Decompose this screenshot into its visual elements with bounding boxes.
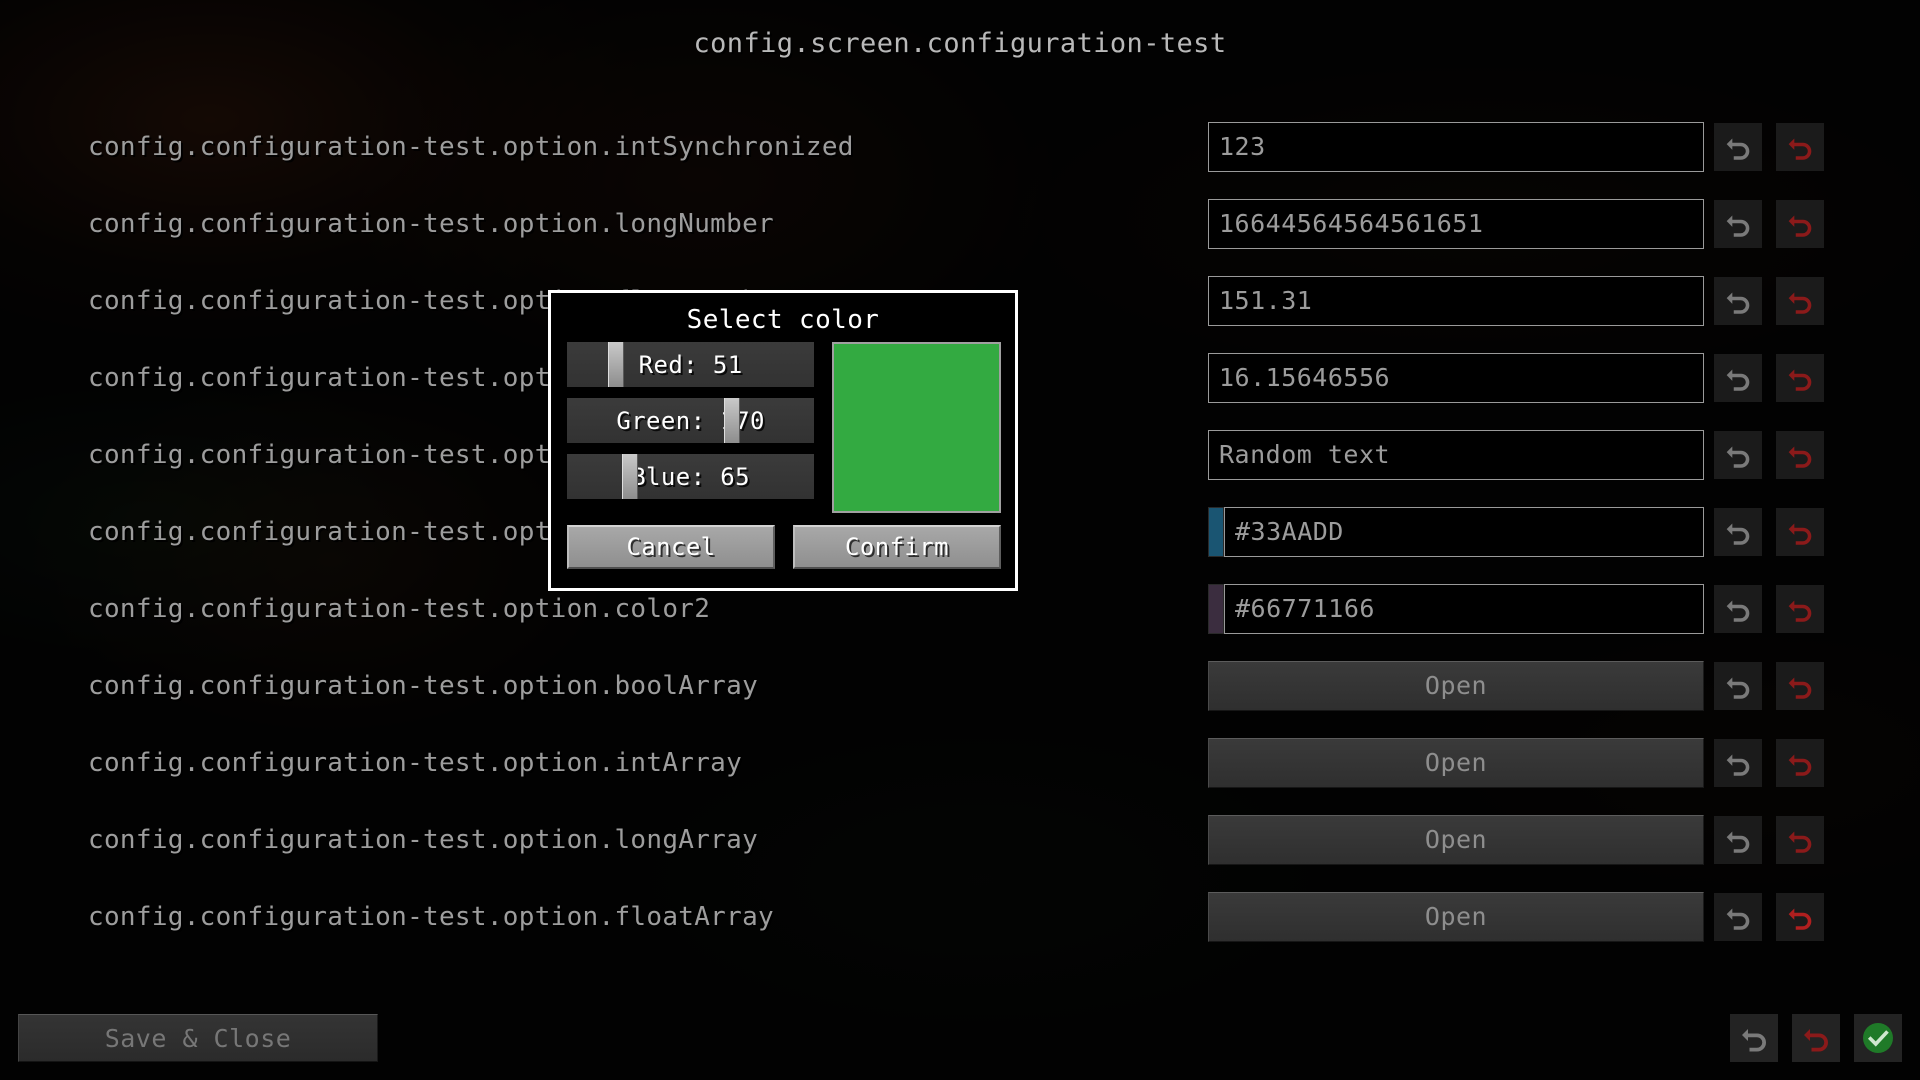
minecraft-config-screen: config.screen.configuration-test config.… xyxy=(0,0,1920,1080)
green-slider[interactable]: Green: 170 xyxy=(567,398,815,443)
red-slider[interactable]: Red: 51 xyxy=(567,342,815,387)
dialog-title: Select color xyxy=(686,305,880,335)
rgb-sliders: Red: 51 Green: 170 Blue: 65 xyxy=(567,342,815,513)
select-color-dialog: Select color Red: 51 Green: 170 Blue: 65 xyxy=(548,290,1018,591)
green-slider-handle[interactable] xyxy=(723,398,740,443)
blue-slider[interactable]: Blue: 65 xyxy=(567,454,815,499)
confirm-button[interactable]: Confirm xyxy=(793,525,1001,569)
dialog-body: Red: 51 Green: 170 Blue: 65 xyxy=(567,342,1001,513)
red-slider-label: Red: 51 xyxy=(638,350,743,379)
green-slider-label: Green: 170 xyxy=(616,406,765,435)
cancel-button[interactable]: Cancel xyxy=(567,525,775,569)
blue-slider-label: Blue: 65 xyxy=(631,462,750,491)
dialog-actions: Cancel Confirm xyxy=(567,525,1001,569)
blue-slider-handle[interactable] xyxy=(622,454,639,499)
color-preview-swatch xyxy=(832,342,1001,513)
red-slider-handle[interactable] xyxy=(608,342,625,387)
